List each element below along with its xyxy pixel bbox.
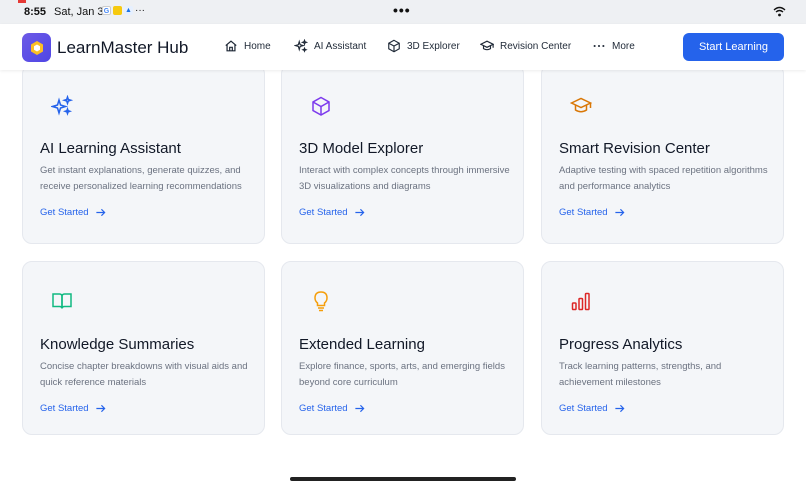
features-grid: AI Learning Assistant Get instant explan…	[0, 70, 806, 484]
nav-3d-explorer-label: 3D Explorer	[407, 40, 460, 52]
open-book-icon	[52, 293, 72, 309]
get-started-label: Get Started	[559, 207, 608, 218]
feature-card-knowledge-summaries[interactable]: Knowledge Summaries Concise chapter brea…	[22, 261, 265, 435]
lightbulb-icon	[314, 291, 328, 312]
graduation-cap-icon	[480, 40, 494, 51]
nav-more[interactable]: More	[592, 39, 635, 53]
status-time: 8:55	[24, 6, 47, 18]
get-started-link[interactable]: Get Started	[40, 403, 106, 414]
card-description: Adaptive testing with spaced repetition …	[559, 165, 768, 192]
feature-card-3d-explorer[interactable]: 3D Model Explorer Interact with complex …	[281, 70, 524, 244]
get-started-label: Get Started	[40, 207, 89, 218]
start-learning-button[interactable]: Start Learning	[683, 33, 784, 61]
ellipsis-icon	[593, 44, 605, 48]
top-navbar: LearnMaster Hub Home AI Assistant 3D Exp…	[0, 24, 806, 70]
notification-icons: G ▲ ···	[102, 5, 145, 16]
cube-icon	[388, 39, 400, 53]
home-icon	[225, 40, 237, 52]
get-started-label: Get Started	[299, 403, 348, 414]
status-date: Sat, Jan 3	[54, 6, 104, 18]
brand-name[interactable]: LearnMaster Hub	[57, 38, 188, 58]
nav-ai-assistant[interactable]: AI Assistant	[294, 39, 366, 53]
logo[interactable]	[22, 33, 51, 62]
get-started-link[interactable]: Get Started	[559, 207, 625, 218]
arrow-right-icon	[614, 208, 625, 217]
feature-card-extended-learning[interactable]: Extended Learning Explore finance, sport…	[281, 261, 524, 435]
recording-indicator	[18, 0, 26, 3]
card-description: Get instant explanations, generate quizz…	[40, 165, 242, 192]
card-description: Explore finance, sports, arts, and emerg…	[299, 361, 505, 388]
nav-3d-explorer[interactable]: 3D Explorer	[387, 39, 460, 53]
feature-card-progress-analytics[interactable]: Progress Analytics Track learning patter…	[541, 261, 784, 435]
get-started-link[interactable]: Get Started	[559, 403, 625, 414]
card-title: Knowledge Summaries	[40, 336, 195, 353]
multitask-dots-icon[interactable]: •••	[393, 2, 411, 18]
nav-ai-assistant-label: AI Assistant	[314, 40, 367, 52]
arrow-right-icon	[614, 404, 625, 413]
arrow-right-icon	[354, 208, 365, 217]
google-icon: G	[102, 6, 111, 15]
wifi-icon	[773, 6, 786, 17]
nav-revision-center-label: Revision Center	[500, 40, 572, 52]
card-title: Progress Analytics	[559, 336, 683, 353]
home-indicator[interactable]	[290, 477, 516, 481]
sync-icon: ▲	[124, 6, 133, 15]
get-started-label: Get Started	[559, 403, 608, 414]
arrow-right-icon	[354, 404, 365, 413]
card-description: Track learning patterns, strengths, and …	[559, 361, 722, 388]
more-dots-icon: ···	[135, 5, 145, 16]
feature-card-ai-assistant[interactable]: AI Learning Assistant Get instant explan…	[22, 70, 265, 244]
card-description: Interact with complex concepts through i…	[299, 165, 510, 192]
card-description: Concise chapter breakdowns with visual a…	[40, 361, 248, 388]
card-title: Smart Revision Center	[559, 140, 710, 157]
status-bar: 8:55 Sat, Jan 3 G ▲ ··· •••	[0, 0, 806, 24]
nav-more-label: More	[612, 40, 635, 52]
card-title: Extended Learning	[299, 336, 425, 353]
logo-icon	[30, 40, 43, 55]
get-started-link[interactable]: Get Started	[299, 207, 365, 218]
arrow-right-icon	[95, 404, 106, 413]
nav-revision-center[interactable]: Revision Center	[480, 39, 571, 53]
feature-card-revision-center[interactable]: Smart Revision Center Adaptive testing w…	[541, 70, 784, 244]
cube-icon	[312, 96, 330, 116]
nav-home-label: Home	[244, 40, 271, 52]
arrow-right-icon	[95, 208, 106, 217]
get-started-link[interactable]: Get Started	[40, 207, 106, 218]
get-started-link[interactable]: Get Started	[299, 403, 365, 414]
note-icon	[113, 6, 122, 15]
card-title: 3D Model Explorer	[299, 140, 424, 157]
graduation-cap-icon	[570, 97, 592, 113]
bar-chart-icon	[571, 292, 590, 311]
get-started-label: Get Started	[299, 207, 348, 218]
sparkles-icon	[51, 95, 73, 116]
sparkles-icon	[294, 39, 308, 53]
card-title: AI Learning Assistant	[40, 140, 181, 157]
nav-home[interactable]: Home	[224, 39, 271, 53]
get-started-label: Get Started	[40, 403, 89, 414]
